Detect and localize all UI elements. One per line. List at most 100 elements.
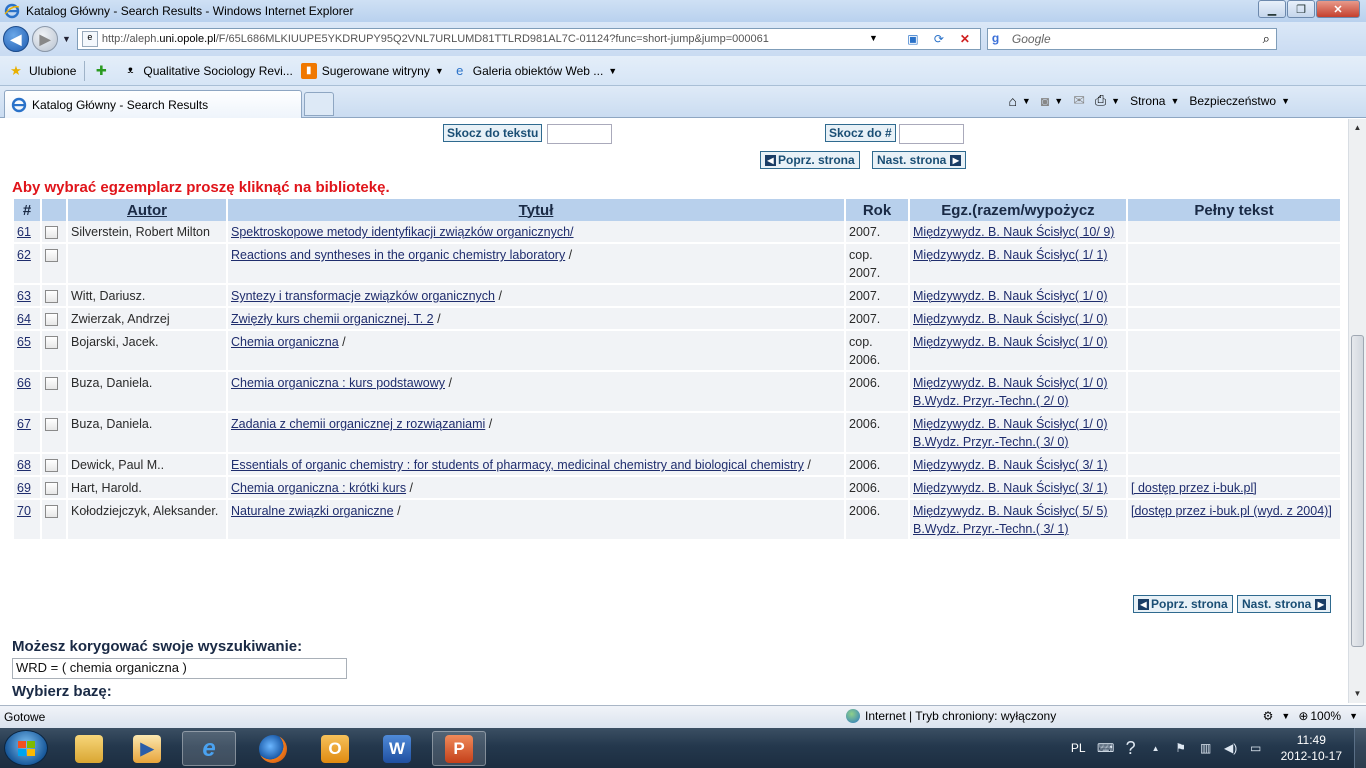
record-number-link[interactable]: 64 xyxy=(17,312,31,326)
refine-search-input[interactable]: WRD = ( chemia organiczna ) xyxy=(12,658,347,679)
title-link[interactable]: Zwięzły kurs chemii organicznej. T. 2 xyxy=(231,312,434,326)
search-icon[interactable]: ⌕ xyxy=(1263,31,1270,47)
language-indicator[interactable]: PL xyxy=(1071,741,1086,755)
favorite-link-webslices[interactable]: e Galeria obiektów Web ... ▼ xyxy=(452,63,617,79)
library-copies-link[interactable]: B.Wydz. Przyr.-Techn.( 3/ 0) xyxy=(913,435,1068,449)
taskbar-internet-explorer[interactable]: e xyxy=(182,731,236,766)
print-button[interactable]: ⎙ ▼ xyxy=(1095,92,1120,109)
vertical-scrollbar[interactable]: ▲ ▼ xyxy=(1348,119,1366,703)
clock[interactable]: 11:49 2012-10-17 xyxy=(1281,732,1342,764)
taskbar-word[interactable]: W xyxy=(370,731,424,766)
home-button[interactable]: ⌂ ▼ xyxy=(1008,93,1030,109)
record-number-link[interactable]: 63 xyxy=(17,289,31,303)
record-number-link[interactable]: 68 xyxy=(17,458,31,472)
favorites-button[interactable]: ★ Ulubione xyxy=(8,63,76,79)
library-copies-link[interactable]: B.Wydz. Przyr.-Techn.( 2/ 0) xyxy=(913,394,1068,408)
search-box[interactable]: g Google ⌕ xyxy=(986,28,1277,50)
scrollbar-thumb[interactable] xyxy=(1351,335,1364,647)
search-input[interactable]: Google xyxy=(1012,32,1051,46)
chevron-down-icon[interactable]: ▼ xyxy=(1349,711,1358,721)
record-number-link[interactable]: 69 xyxy=(17,481,31,495)
row-checkbox[interactable] xyxy=(45,313,58,326)
library-copies-link[interactable]: Międzywydz. B. Nauk Ścisłyc( 3/ 1) xyxy=(913,458,1108,472)
page-menu[interactable]: Strona ▼ xyxy=(1130,94,1179,108)
close-button[interactable]: ✕ xyxy=(1316,0,1360,18)
library-copies-link[interactable]: Międzywydz. B. Nauk Ścisłyc( 10/ 9) xyxy=(913,225,1114,239)
record-number-link[interactable]: 65 xyxy=(17,335,31,349)
maximize-button[interactable]: ❐ xyxy=(1287,0,1315,18)
scroll-down-icon[interactable]: ▼ xyxy=(1349,685,1366,703)
safety-menu[interactable]: Bezpieczeństwo ▼ xyxy=(1189,94,1290,108)
title-link[interactable]: Spektroskopowe metody identyfikacji zwią… xyxy=(231,225,574,239)
fulltext-link[interactable]: [dostęp przez i-buk.pl (wyd. z 2004)] xyxy=(1131,504,1332,518)
refresh-icon[interactable]: ⟳ xyxy=(928,31,950,47)
jump-to-text-input[interactable] xyxy=(547,124,612,144)
record-number-link[interactable]: 62 xyxy=(17,248,31,262)
library-copies-link[interactable]: Międzywydz. B. Nauk Ścisłyc( 1/ 0) xyxy=(913,312,1108,326)
row-checkbox[interactable] xyxy=(45,482,58,495)
sort-by-author-link[interactable]: Autor xyxy=(127,202,167,219)
row-checkbox[interactable] xyxy=(45,377,58,390)
chevron-down-icon[interactable]: ▼ xyxy=(1281,711,1290,721)
title-link[interactable]: Syntezy i transformacje związków organic… xyxy=(231,289,495,303)
network-icon[interactable]: ▥ xyxy=(1198,740,1214,756)
library-copies-link[interactable]: B.Wydz. Przyr.-Techn.( 3/ 1) xyxy=(913,522,1068,536)
feeds-button[interactable]: ◙ ▼ xyxy=(1041,93,1063,109)
library-copies-link[interactable]: Międzywydz. B. Nauk Ścisłyc( 1/ 1) xyxy=(913,248,1108,262)
address-bar[interactable]: e http://aleph.uni.opole.pl/F/65L686MLKI… xyxy=(76,28,981,50)
security-zone[interactable]: Internet | Tryb chroniony: wyłączony xyxy=(846,709,1056,723)
jump-to-number-button[interactable]: Skocz do # xyxy=(825,124,896,142)
new-tab-button[interactable] xyxy=(304,92,334,116)
volume-icon[interactable]: ◀) xyxy=(1223,740,1239,756)
sort-by-title-link[interactable]: Tytuł xyxy=(519,202,554,219)
add-favorite-button[interactable]: ✚ xyxy=(93,63,114,79)
library-copies-link[interactable]: Międzywydz. B. Nauk Ścisłyc( 1/ 0) xyxy=(913,376,1108,390)
show-hidden-icons-icon[interactable]: ▲ xyxy=(1148,740,1164,756)
record-number-link[interactable]: 66 xyxy=(17,376,31,390)
battery-icon[interactable]: ▭ xyxy=(1248,740,1264,756)
keyboard-icon[interactable]: ⌨ xyxy=(1097,740,1114,756)
taskbar-firefox[interactable] xyxy=(246,731,300,766)
library-copies-link[interactable]: Międzywydz. B. Nauk Ścisłyc( 5/ 5) xyxy=(913,504,1108,518)
library-copies-link[interactable]: Międzywydz. B. Nauk Ścisłyc( 1/ 0) xyxy=(913,335,1108,349)
help-icon[interactable]: ? xyxy=(1123,738,1139,758)
jump-to-text-button[interactable]: Skocz do tekstu xyxy=(443,124,543,142)
tab-katalog[interactable]: Katalog Główny - Search Results xyxy=(4,90,302,118)
row-checkbox[interactable] xyxy=(45,418,58,431)
library-copies-link[interactable]: Międzywydz. B. Nauk Ścisłyc( 1/ 0) xyxy=(913,289,1108,303)
show-desktop-button[interactable] xyxy=(1354,728,1366,768)
jump-to-number-input[interactable] xyxy=(899,124,964,144)
mail-button[interactable]: ✉ xyxy=(1073,92,1085,109)
row-checkbox[interactable] xyxy=(45,226,58,239)
prev-page-button-top[interactable]: ◀ Poprz. strona xyxy=(760,151,860,169)
title-link[interactable]: Chemia organiczna xyxy=(231,335,339,349)
taskbar-outlook[interactable]: O xyxy=(308,731,362,766)
scroll-up-icon[interactable]: ▲ xyxy=(1349,119,1366,137)
flag-icon[interactable]: ⚑ xyxy=(1173,740,1189,756)
record-number-link[interactable]: 70 xyxy=(17,504,31,518)
back-button[interactable]: ◀ xyxy=(3,26,29,52)
address-url[interactable]: http://aleph.uni.opole.pl/F/65L686MLKIUU… xyxy=(102,33,769,45)
col-header-title[interactable]: Tytuł xyxy=(228,199,844,221)
next-page-button-top[interactable]: Nast. strona ▶ xyxy=(872,151,967,169)
stop-icon[interactable]: ✕ xyxy=(954,31,976,47)
library-copies-link[interactable]: Międzywydz. B. Nauk Ścisłyc( 1/ 0) xyxy=(913,417,1108,431)
history-dropdown-icon[interactable]: ▼ xyxy=(62,34,71,44)
row-checkbox[interactable] xyxy=(45,459,58,472)
library-copies-link[interactable]: Międzywydz. B. Nauk Ścisłyc( 3/ 1) xyxy=(913,481,1108,495)
title-link[interactable]: Reactions and syntheses in the organic c… xyxy=(231,248,565,262)
next-page-button-bottom[interactable]: Nast. strona ▶ xyxy=(1237,595,1332,613)
col-header-author[interactable]: Autor xyxy=(68,199,226,221)
favorite-link-qsr[interactable]: ᴥ Qualitative Sociology Revi... xyxy=(122,63,292,79)
prev-page-button-bottom[interactable]: ◀ Poprz. strona xyxy=(1133,595,1233,613)
protected-mode-icon[interactable]: ⚙ xyxy=(1263,709,1274,723)
compatibility-view-icon[interactable]: ▣ xyxy=(902,31,924,47)
title-link[interactable]: Chemia organiczna : kurs podstawowy xyxy=(231,376,445,390)
record-number-link[interactable]: 67 xyxy=(17,417,31,431)
taskbar-media-player[interactable]: ▶ xyxy=(120,731,174,766)
title-link[interactable]: Essentials of organic chemistry : for st… xyxy=(231,458,804,472)
record-number-link[interactable]: 61 xyxy=(17,225,31,239)
title-link[interactable]: Naturalne związki organiczne xyxy=(231,504,394,518)
fulltext-link[interactable]: [ dostęp przez i-buk.pl] xyxy=(1131,481,1257,495)
title-link[interactable]: Zadania z chemii organicznej z rozwiązan… xyxy=(231,417,485,431)
